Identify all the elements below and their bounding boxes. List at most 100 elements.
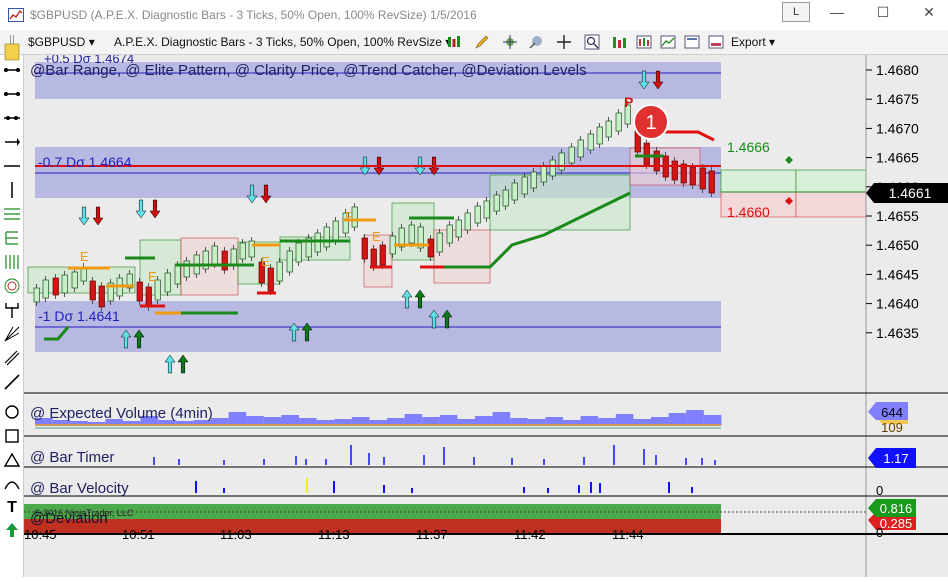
crosshair-icon[interactable]	[556, 34, 572, 50]
candle-up	[511, 182, 518, 201]
instrument-selector[interactable]: $GBPUSD ▾	[28, 35, 95, 49]
volume-bar	[404, 414, 423, 426]
candle-up	[521, 176, 528, 195]
candle-up	[61, 274, 68, 294]
bar-type-label: A.P.E.X. Diagnostic Bars - 3 Ticks, 50% …	[114, 35, 442, 49]
candle-up	[615, 112, 622, 132]
chart-canvas[interactable]: +0.5 Dσ 1.4674 @Bar Range, @ Elite Patte…	[24, 51, 948, 577]
crosshair-plus-icon[interactable]	[502, 34, 518, 50]
price-chart[interactable]: +0.5 Dσ 1.4674 @Bar Range, @ Elite Patte…	[24, 51, 948, 577]
time-tick-label: 10:45	[24, 527, 57, 542]
target-low-label: 1.4660	[727, 204, 770, 220]
arrow-up-icon[interactable]	[3, 521, 21, 539]
timer-value-flag: 1.17	[868, 448, 916, 468]
candle-down	[370, 248, 377, 268]
time-tick-label: 11:13	[318, 527, 350, 542]
properties-icon[interactable]	[708, 34, 724, 50]
deviation-value-bottom: 0.285	[880, 516, 913, 531]
candle-up	[549, 159, 556, 177]
andrews-pitchfork-icon[interactable]	[3, 301, 21, 319]
volume-bar	[615, 414, 634, 426]
fib-time-icon[interactable]	[3, 253, 21, 271]
instrument-label: $GBPUSD	[28, 35, 86, 49]
candle-down	[653, 150, 660, 172]
text-icon[interactable]: T	[3, 497, 21, 515]
candle-up	[332, 220, 339, 242]
buy-arrow-icon	[177, 354, 189, 374]
alert-badge[interactable]: 1	[633, 104, 669, 140]
regression-channel-icon[interactable]	[3, 349, 21, 367]
candle-up	[230, 248, 237, 267]
candle-up	[71, 271, 78, 289]
gann-fan-icon[interactable]	[3, 325, 21, 343]
vertical-line-icon[interactable]	[3, 181, 21, 199]
volume-bar	[492, 412, 511, 426]
triangle-icon[interactable]	[3, 451, 21, 469]
export-menu[interactable]: Export ▾	[731, 35, 775, 49]
candle-up	[276, 261, 283, 282]
maximize-button[interactable]: ☐	[868, 4, 898, 24]
horizontal-ray-icon[interactable]	[3, 157, 21, 175]
bar-style-icon[interactable]	[446, 34, 462, 50]
deviation-zero-label: 0	[876, 525, 883, 540]
candle-up	[587, 133, 594, 151]
trend-channel-icon[interactable]	[3, 373, 21, 391]
layout-button[interactable]: L	[782, 2, 810, 22]
minimize-button[interactable]: —	[822, 4, 852, 24]
arc-icon[interactable]	[3, 475, 21, 493]
upper-deviation-label: -0.7 Dσ 1.4664	[38, 154, 132, 170]
strategy-icon[interactable]	[528, 34, 544, 50]
export-label: Export	[731, 35, 766, 49]
pencil-icon[interactable]	[474, 34, 490, 50]
ellipse-icon[interactable]	[3, 403, 21, 421]
svg-text:T: T	[7, 499, 17, 515]
candle-up	[295, 242, 302, 263]
close-button[interactable]: ✕	[914, 4, 944, 24]
time-tick-label: 11:37	[416, 527, 448, 542]
candle-down	[136, 281, 143, 302]
candle-up	[605, 120, 612, 138]
candle-down	[221, 250, 228, 271]
price-tick-label: 1.4670	[876, 120, 919, 136]
arrow-line-icon[interactable]	[3, 133, 21, 151]
target-high-diamond	[785, 156, 793, 164]
candle-up	[164, 272, 171, 293]
drawing-tools-bar: T	[0, 43, 24, 577]
rectangle-icon[interactable]	[3, 427, 21, 445]
indicators-icon[interactable]	[612, 34, 628, 50]
time-tick-label: 11:03	[220, 527, 252, 542]
extended-line-icon[interactable]	[3, 109, 21, 127]
candle-up	[248, 240, 255, 258]
candle-down	[427, 238, 434, 258]
candle-up	[493, 194, 500, 212]
copyright-text: © 2016 NinjaTrader, LLC	[34, 508, 134, 518]
pattern-p-marker: P	[624, 94, 633, 110]
candle-up	[502, 189, 509, 207]
fib-retracement-icon[interactable]	[3, 205, 21, 223]
candle-up	[239, 242, 246, 260]
candle-up	[568, 146, 575, 164]
price-tick-label: 1.4665	[876, 150, 919, 166]
candle-up	[464, 212, 471, 231]
bar-velocity-ticks	[195, 478, 693, 493]
pattern-e-marker: E	[80, 249, 89, 264]
pattern-e-marker: E	[148, 269, 157, 284]
volume-bar	[228, 412, 247, 426]
candle-down	[145, 286, 152, 308]
fib-extension-icon[interactable]	[3, 229, 21, 247]
fib-circle-icon[interactable]	[3, 277, 21, 295]
data-box-icon[interactable]	[684, 34, 700, 50]
chart-trader-icon[interactable]	[660, 34, 676, 50]
ray-icon[interactable]	[3, 85, 21, 103]
horizontal-line-icon[interactable]	[3, 61, 21, 79]
strategies-icon[interactable]	[636, 34, 652, 50]
target-box-high-ext	[795, 169, 867, 193]
zoom-icon[interactable]	[584, 34, 600, 50]
pattern-e-marker: E	[261, 254, 270, 269]
ruler-icon[interactable]	[3, 43, 21, 61]
chevron-down-icon: ▾	[88, 35, 95, 49]
volume-panel-title: @ Expected Volume (4min)	[30, 405, 213, 422]
deviation-value-top: 0.816	[880, 501, 913, 516]
candle-up	[436, 232, 443, 253]
bar-type-selector[interactable]: A.P.E.X. Diagnostic Bars - 3 Ticks, 50% …	[114, 35, 451, 49]
